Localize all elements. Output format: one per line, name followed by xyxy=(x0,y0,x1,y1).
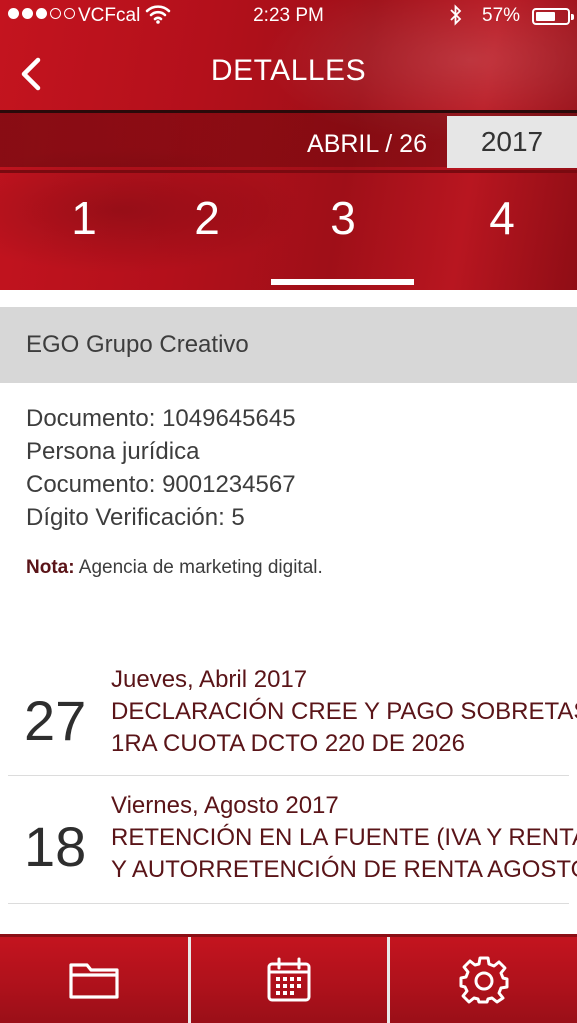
tab-2[interactable]: 2 xyxy=(167,191,247,245)
event-title-line: 1RA CUOTA DCTO 220 DE 2026 xyxy=(111,730,465,757)
battery-percent: 57% xyxy=(482,5,521,26)
calendar-icon xyxy=(267,957,311,1002)
divider xyxy=(8,775,569,776)
gear-icon xyxy=(459,956,508,1004)
settings-button[interactable] xyxy=(387,937,577,1023)
detail-secondary-document: Cocumento: 9001234567 xyxy=(26,471,296,498)
tab-3[interactable]: 3 xyxy=(303,191,383,245)
number-tabs: 1 2 3 4 xyxy=(0,170,577,285)
detail-person-type: Persona jurídica xyxy=(26,438,200,465)
company-details: Documento: 1049645645 Persona jurídica C… xyxy=(26,402,296,534)
battery-icon xyxy=(532,8,574,25)
event-date: Viernes, Agosto 2017 xyxy=(111,792,339,819)
event-title-line: RETENCIÓN EN LA FUENTE (IVA Y RENTA) xyxy=(111,824,577,851)
year-selector[interactable]: 2017 xyxy=(447,116,577,168)
header: VCFcal 2:23 PM 57% DETALLES ABRIL / 26 2… xyxy=(0,0,577,290)
nav-bar: DETALLES xyxy=(0,36,577,110)
bottom-toolbar xyxy=(0,937,577,1023)
month-day-label[interactable]: ABRIL / 26 xyxy=(307,130,427,159)
detail-verification-digit: Dígito Verificación: 5 xyxy=(26,504,245,531)
company-name: EGO Grupo Creativo xyxy=(26,331,249,358)
tab-4[interactable]: 4 xyxy=(462,191,542,245)
calendar-button[interactable] xyxy=(188,937,387,1023)
note: Nota: Agencia de marketing digital. xyxy=(26,557,323,579)
folder-icon xyxy=(69,963,119,999)
event-date: Jueves, Abril 2017 xyxy=(111,666,308,693)
note-label: Nota: xyxy=(26,557,75,578)
list-item[interactable]: 27 Jueves, Abril 2017 DECLARACIÓN CREE Y… xyxy=(8,664,577,782)
company-header: EGO Grupo Creativo xyxy=(0,307,577,383)
detail-document: Documento: 1049645645 xyxy=(26,405,296,432)
list-item[interactable]: 18 Viernes, Agosto 2017 RETENCIÓN EN LA … xyxy=(8,790,577,908)
status-bar: VCFcal 2:23 PM 57% xyxy=(0,0,577,32)
note-text: Agencia de marketing digital. xyxy=(74,557,323,578)
date-selector: ABRIL / 26 2017 xyxy=(0,110,577,168)
active-tab-indicator xyxy=(271,279,414,285)
tab-1[interactable]: 1 xyxy=(44,191,124,245)
event-day: 27 xyxy=(24,689,87,752)
divider xyxy=(8,903,569,904)
folder-button[interactable] xyxy=(0,937,188,1023)
event-title-line: Y AUTORRETENCIÓN DE RENTA AGOSTO xyxy=(111,856,577,883)
bluetooth-icon xyxy=(448,3,464,33)
event-title-line: DECLARACIÓN CREE Y PAGO SOBRETASA xyxy=(111,698,577,725)
event-day: 18 xyxy=(24,815,87,878)
page-title: DETALLES xyxy=(210,54,367,87)
